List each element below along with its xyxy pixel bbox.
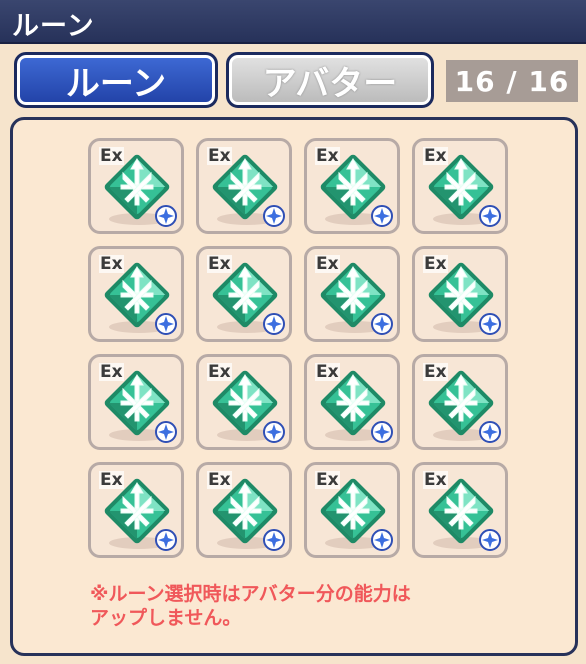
rune-slot[interactable]: Ex [412, 462, 508, 558]
ex-badge: Ex [207, 146, 232, 166]
blue-star-icon [263, 421, 285, 443]
rune-slot[interactable]: Ex [196, 354, 292, 450]
blue-star-icon [371, 421, 393, 443]
rune-slot[interactable]: Ex [196, 138, 292, 234]
rune-slot[interactable]: Ex [88, 462, 184, 558]
blue-star-icon [371, 313, 393, 335]
ex-badge: Ex [315, 470, 340, 490]
ex-badge: Ex [423, 254, 448, 274]
tab-rune[interactable]: ルーン [14, 52, 218, 108]
notice-line-2: アップしません。 [90, 607, 242, 629]
rune-slot[interactable]: Ex [304, 246, 400, 342]
blue-star-icon [155, 529, 177, 551]
rune-slot[interactable]: Ex [304, 354, 400, 450]
blue-star-icon [479, 205, 501, 227]
rune-count: 16 / 16 [446, 60, 578, 102]
rune-slot[interactable]: Ex [88, 138, 184, 234]
rune-slot[interactable]: Ex [196, 246, 292, 342]
blue-star-icon [371, 529, 393, 551]
ex-badge: Ex [99, 146, 124, 166]
ex-badge: Ex [423, 470, 448, 490]
header-bar: ルーン [0, 0, 586, 44]
blue-star-icon [155, 313, 177, 335]
ex-badge: Ex [423, 146, 448, 166]
blue-star-icon [155, 205, 177, 227]
notice-line-1: ※ルーン選択時はアバター分の能力は [90, 583, 411, 605]
ex-badge: Ex [99, 470, 124, 490]
blue-star-icon [155, 421, 177, 443]
blue-star-icon [263, 313, 285, 335]
ex-badge: Ex [315, 146, 340, 166]
rune-slot[interactable]: Ex [412, 354, 508, 450]
blue-star-icon [479, 529, 501, 551]
blue-star-icon [263, 205, 285, 227]
rune-slot[interactable]: Ex [88, 354, 184, 450]
ex-badge: Ex [315, 362, 340, 382]
blue-star-icon [371, 205, 393, 227]
rune-slot[interactable]: Ex [304, 138, 400, 234]
header-title: ルーン [12, 11, 95, 42]
rune-slot[interactable]: Ex [304, 462, 400, 558]
tab-avatar[interactable]: アバター [226, 52, 434, 108]
blue-star-icon [479, 421, 501, 443]
notice-text: ※ルーン選択時はアバター分の能力は アップしません。 [90, 582, 520, 630]
ex-badge: Ex [99, 362, 124, 382]
rune-grid: Ex Ex Ex Ex Ex Ex Ex Ex Ex Ex Ex Ex Ex E… [88, 138, 508, 570]
ex-badge: Ex [99, 254, 124, 274]
blue-star-icon [479, 313, 501, 335]
ex-badge: Ex [207, 470, 232, 490]
ex-badge: Ex [315, 254, 340, 274]
rune-slot[interactable]: Ex [196, 462, 292, 558]
rune-slot[interactable]: Ex [412, 138, 508, 234]
ex-badge: Ex [207, 362, 232, 382]
rune-slot[interactable]: Ex [412, 246, 508, 342]
ex-badge: Ex [207, 254, 232, 274]
ex-badge: Ex [423, 362, 448, 382]
rune-slot[interactable]: Ex [88, 246, 184, 342]
blue-star-icon [263, 529, 285, 551]
